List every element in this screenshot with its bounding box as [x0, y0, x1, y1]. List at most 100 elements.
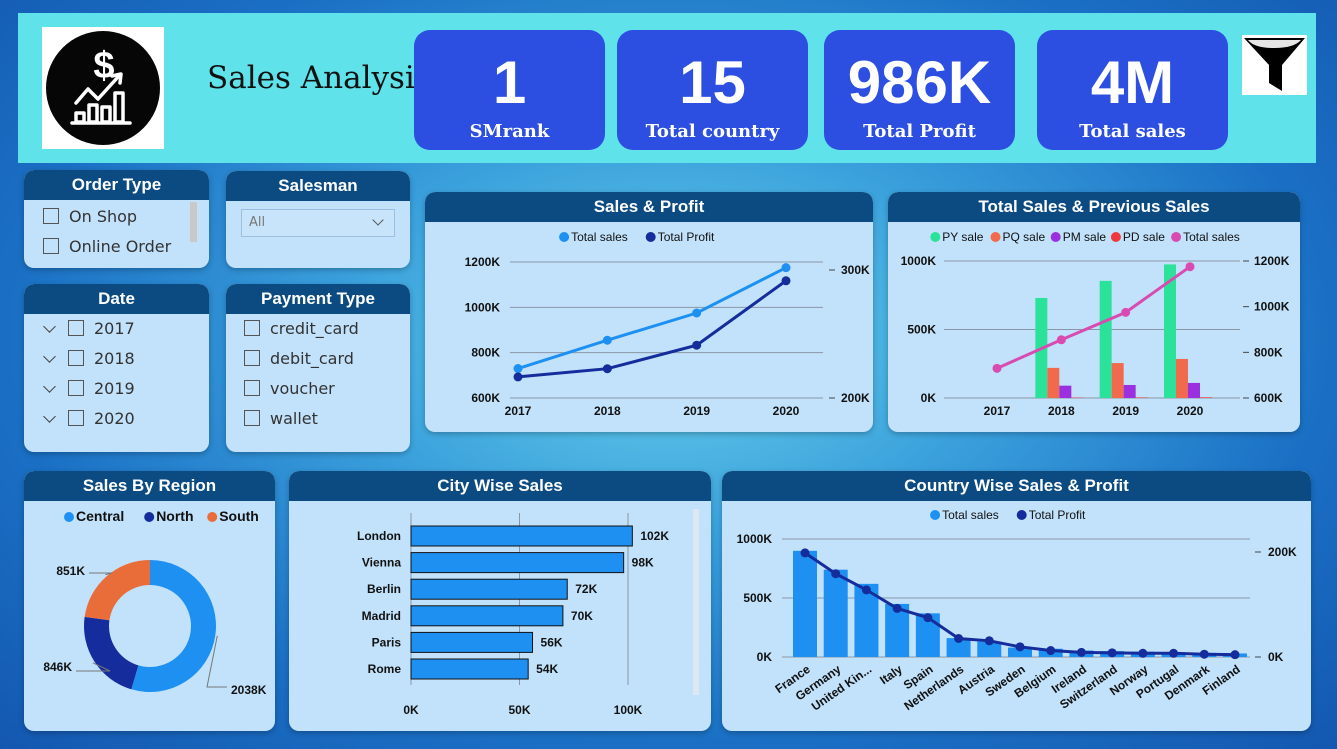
- checkbox[interactable]: [68, 410, 84, 426]
- bar: [410, 552, 625, 574]
- slicer-option[interactable]: credit_card: [244, 319, 359, 338]
- kpi-card-total-country: 15 Total country: [617, 30, 808, 150]
- bar: [410, 525, 633, 547]
- option-label: Online Order: [69, 237, 172, 256]
- category-label: Madrid: [362, 609, 401, 623]
- legend-label: Total Profit: [1029, 508, 1086, 522]
- y2-tick-label: 300K: [841, 263, 870, 277]
- slicer-option[interactable]: 2020: [43, 409, 135, 428]
- slicer-option[interactable]: voucher: [244, 379, 335, 398]
- kpi-value: 15: [679, 49, 746, 116]
- x-tick-label: 100K: [614, 703, 643, 717]
- slicer-option[interactable]: 2019: [43, 379, 135, 398]
- slicer-option[interactable]: 2017: [43, 319, 135, 338]
- data-label: 98K: [632, 556, 654, 570]
- legend-label: PQ sale: [1003, 230, 1046, 244]
- legend-label: South: [219, 508, 259, 524]
- kpi-value: 986K: [847, 49, 992, 116]
- chevron-down-icon[interactable]: [43, 350, 56, 363]
- slicer-option[interactable]: On Shop: [43, 207, 137, 226]
- slicer-option[interactable]: debit_card: [244, 349, 354, 368]
- chevron-down-icon[interactable]: [43, 380, 56, 393]
- legend-label: Total sales: [1183, 230, 1240, 244]
- data-label: 2038K: [231, 683, 267, 697]
- kpi-card-smrank: 1 SMrank: [414, 30, 605, 150]
- data-point: [861, 585, 871, 595]
- chevron-down-icon[interactable]: [43, 410, 56, 423]
- kpi-value: 1: [492, 49, 527, 116]
- checkbox[interactable]: [244, 350, 260, 366]
- slicer-title: Order Type: [24, 170, 209, 200]
- data-label: 56K: [541, 635, 563, 649]
- y-tick-label: 600K: [471, 391, 500, 405]
- bar: [1099, 280, 1112, 398]
- y-tick-label: 1000K: [465, 300, 501, 314]
- option-label: wallet: [270, 409, 318, 428]
- legend-marker: [64, 512, 74, 522]
- chevron-down-icon[interactable]: [43, 320, 56, 333]
- checkbox[interactable]: [68, 380, 84, 396]
- x-tick-label: 0K: [403, 703, 419, 717]
- bar: [1047, 367, 1060, 398]
- data-label: 54K: [536, 662, 558, 676]
- slicer-payment-type: Payment Type credit_card debit_card vouc…: [226, 284, 410, 452]
- data-point: [1169, 648, 1179, 658]
- category-label: Rome: [368, 662, 402, 676]
- checkbox[interactable]: [43, 208, 59, 224]
- category-label: Vienna: [362, 556, 401, 570]
- salesman-dropdown[interactable]: All: [241, 209, 395, 237]
- y2-tick-label: 1000K: [1254, 300, 1290, 314]
- checkbox[interactable]: [244, 380, 260, 396]
- category-label: London: [357, 529, 401, 543]
- data-point: [1076, 647, 1086, 657]
- x-tick-label: 2019: [1112, 404, 1139, 418]
- x-tick-label: 2020: [1177, 404, 1204, 418]
- data-point: [1015, 642, 1025, 652]
- y-tick-label: 1200K: [465, 255, 501, 269]
- legend-label: PY sale: [942, 230, 983, 244]
- checkbox[interactable]: [68, 350, 84, 366]
- kpi-label: Total Profit: [863, 121, 976, 142]
- y2-tick-label: 800K: [1254, 345, 1283, 359]
- chart-canvas: Central North South 2038K 846K 851K: [43, 508, 267, 697]
- kpi-label: SMrank: [469, 121, 550, 142]
- legend-label: PD sale: [1123, 230, 1165, 244]
- legend-marker: [1016, 510, 1027, 520]
- data-point: [800, 548, 810, 558]
- y-tick-label: 800K: [471, 346, 500, 360]
- y-tick-label: 500K: [907, 323, 936, 337]
- bar: [793, 550, 817, 657]
- bar: [410, 578, 568, 600]
- bar: [1135, 397, 1148, 398]
- kpi-label: Total sales: [1079, 121, 1186, 142]
- kpi-value: 4M: [1090, 49, 1175, 116]
- bar: [1200, 397, 1212, 398]
- kpi-card-total-sales: 4M Total sales: [1037, 30, 1228, 150]
- option-label: debit_card: [270, 349, 354, 368]
- data-label: 72K: [575, 582, 597, 596]
- legend-marker: [559, 232, 570, 242]
- category-label: Paris: [372, 635, 402, 649]
- data-point: [1046, 646, 1056, 656]
- chart-total-previous-sales: Total Sales & Previous Sales PY sale PQ s…: [888, 192, 1300, 432]
- slicer-option[interactable]: Online Order: [43, 237, 171, 256]
- slicer-order-type: Order Type On Shop Online Order: [24, 170, 209, 268]
- legend-marker: [1110, 232, 1121, 242]
- app-title: Sales Analysis: [207, 60, 431, 96]
- x-tick-label: 2020: [773, 404, 800, 418]
- scrollbar[interactable]: [693, 509, 699, 695]
- filter-button[interactable]: [1242, 35, 1307, 95]
- checkbox[interactable]: [244, 320, 260, 336]
- scrollbar[interactable]: [190, 202, 197, 242]
- data-label: 102K: [640, 529, 669, 543]
- slicer-option[interactable]: 2018: [43, 349, 135, 368]
- checkbox[interactable]: [43, 238, 59, 254]
- data-point: [831, 569, 841, 579]
- slicer-title: Payment Type: [226, 284, 410, 314]
- bar: [1059, 385, 1072, 398]
- slicer-option[interactable]: wallet: [244, 409, 318, 428]
- checkbox[interactable]: [68, 320, 84, 336]
- series-line: [517, 279, 787, 379]
- x-tick-label: Italy: [877, 662, 905, 687]
- checkbox[interactable]: [244, 410, 260, 426]
